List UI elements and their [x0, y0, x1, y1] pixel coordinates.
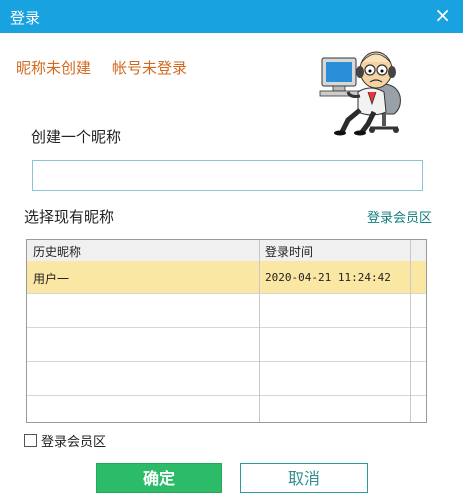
nickname-status: 昵称未创建: [16, 59, 92, 77]
nickname-history-table: 历史昵称 登录时间 用户一 2020-04-21 11:24:42: [26, 239, 427, 423]
column-header-login-time[interactable]: 登录时间: [265, 243, 313, 260]
select-nickname-label: 选择现有昵称: [24, 208, 115, 226]
member-area-link[interactable]: 登录会员区: [367, 207, 432, 226]
title-bar: 登录 ×: [0, 0, 463, 33]
table-row[interactable]: 用户一 2020-04-21 11:24:42: [27, 261, 426, 294]
ok-button[interactable]: 确定: [96, 463, 222, 493]
member-area-checkbox[interactable]: 登录会员区: [24, 431, 106, 450]
column-header-nickname[interactable]: 历史昵称: [33, 243, 81, 260]
empty-row: [27, 396, 426, 422]
create-nickname-label: 创建一个昵称: [31, 128, 122, 146]
checkbox-box[interactable]: [24, 434, 37, 447]
mascot-illustration: [319, 51, 401, 136]
row-login-time: 2020-04-21 11:24:42: [265, 271, 391, 284]
checkbox-label: 登录会员区: [41, 435, 107, 450]
table-header: 历史昵称 登录时间: [27, 240, 426, 262]
nickname-input[interactable]: [32, 160, 423, 191]
close-icon[interactable]: ×: [434, 4, 451, 26]
window-title: 登录: [10, 9, 41, 27]
row-nickname: 用户一: [33, 272, 70, 286]
account-status: 帐号未登录: [112, 59, 188, 77]
empty-row: [27, 362, 426, 396]
column-divider: [259, 240, 260, 422]
empty-row: [27, 294, 426, 328]
cancel-button[interactable]: 取消: [240, 463, 368, 493]
empty-row: [27, 328, 426, 362]
column-divider: [410, 240, 411, 422]
